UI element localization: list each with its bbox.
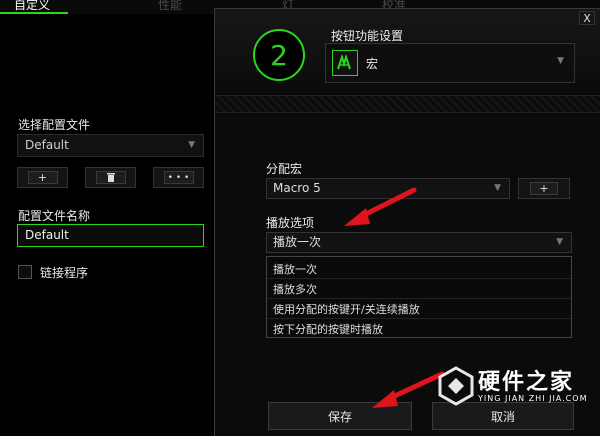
watermark-subtitle: YING JIAN ZHI JIA.COM xyxy=(478,394,588,403)
chevron-down-icon: ▼ xyxy=(494,183,501,193)
profile-select[interactable]: Default ▼ xyxy=(17,134,204,157)
playback-options-label: 播放选项 xyxy=(266,216,315,230)
macro-icon xyxy=(332,50,358,76)
button-number: 2 xyxy=(270,38,288,72)
profile-name-label: 配置文件名称 xyxy=(18,209,91,223)
function-select[interactable]: 宏 ▼ xyxy=(325,43,575,83)
playback-option[interactable]: 播放多次 xyxy=(273,281,317,297)
playback-value: 播放一次 xyxy=(273,235,322,249)
link-program-label: 链接程序 xyxy=(40,266,89,280)
trash-icon xyxy=(106,173,115,182)
left-sidebar: 选择配置文件 Default ▼ + • • • 配置文件名称 Default … xyxy=(0,14,214,436)
more-options-button[interactable]: • • • xyxy=(153,167,204,188)
playback-dropdown: 播放一次 播放多次 使用分配的按键开/关连续播放 按下分配的按键时播放 xyxy=(266,256,572,338)
profile-label: 选择配置文件 xyxy=(18,118,91,132)
playback-option[interactable]: 播放一次 xyxy=(273,261,317,277)
profile-name-input[interactable]: Default xyxy=(17,224,204,247)
chevron-down-icon: ▼ xyxy=(557,56,564,66)
button-number-badge: 2 xyxy=(253,29,305,81)
assign-macro-label: 分配宏 xyxy=(266,162,303,176)
plus-icon: + xyxy=(37,171,48,184)
chevron-down-icon: ▼ xyxy=(556,237,563,247)
playback-select[interactable]: 播放一次 ▼ xyxy=(266,232,572,253)
playback-option[interactable]: 按下分配的按键时播放 xyxy=(273,321,383,337)
profile-value: Default xyxy=(25,138,69,152)
link-program-checkbox[interactable] xyxy=(18,265,32,279)
annotation-arrow xyxy=(372,371,445,408)
tab-performance[interactable]: 性能 xyxy=(158,0,182,13)
close-icon[interactable]: X xyxy=(579,11,595,25)
delete-profile-button[interactable] xyxy=(85,167,136,188)
house-logo-icon xyxy=(438,366,474,406)
chevron-down-icon: ▼ xyxy=(188,140,195,150)
function-value: 宏 xyxy=(366,57,379,71)
profile-name-value: Default xyxy=(25,228,69,242)
dialog-title: 按钮功能设置 xyxy=(331,29,404,43)
ellipsis-icon: • • • xyxy=(167,172,190,183)
add-macro-button[interactable]: + xyxy=(518,178,570,199)
dialog-header: X 2 按钮功能设置 宏 ▼ xyxy=(215,9,600,93)
watermark-logo: 硬件之家 YING JIAN ZHI JIA.COM xyxy=(438,364,588,410)
add-profile-button[interactable]: + xyxy=(17,167,68,188)
playback-option[interactable]: 使用分配的按键开/关连续播放 xyxy=(273,301,420,317)
plus-icon: + xyxy=(539,182,549,195)
annotation-arrow xyxy=(344,187,417,226)
header-divider xyxy=(215,95,600,113)
macro-value: Macro 5 xyxy=(273,181,321,195)
watermark-title: 硬件之家 xyxy=(478,370,575,395)
